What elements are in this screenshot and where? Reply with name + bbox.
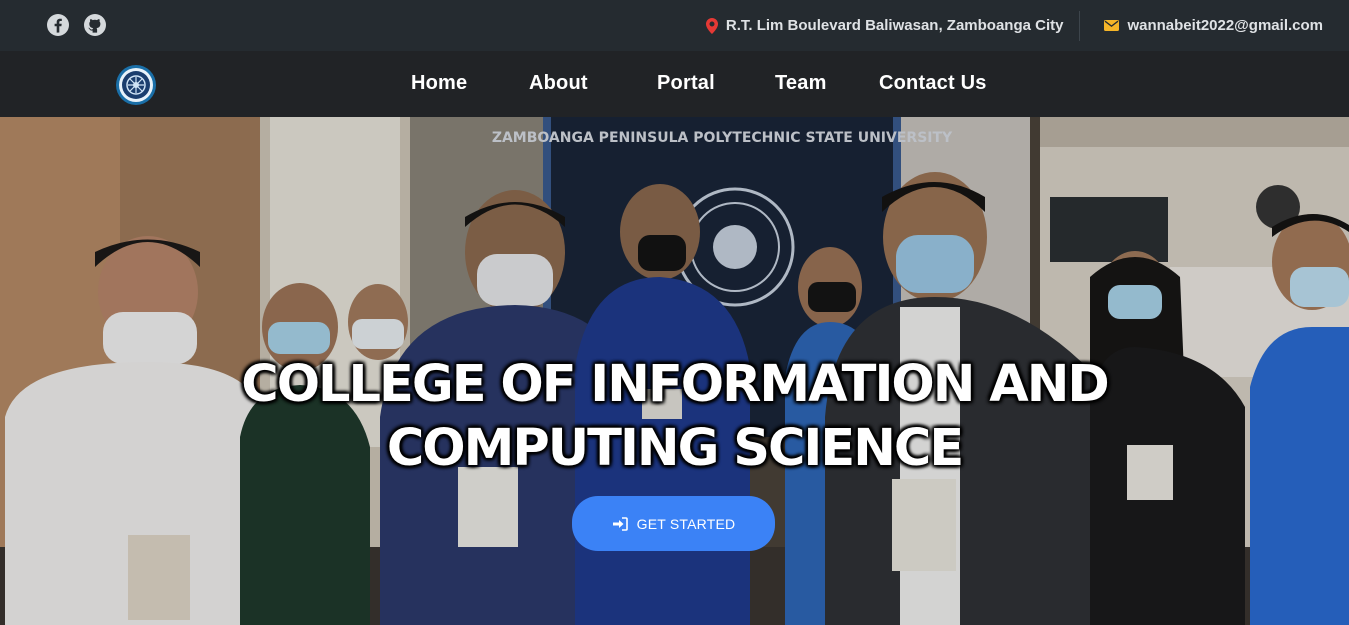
nav-menu: Home About Portal Team Contact Us (0, 51, 1349, 117)
email-item[interactable]: wannabeit2022@gmail.com (1104, 17, 1323, 34)
get-started-button[interactable]: GET STARTED (572, 496, 775, 551)
hero-title-line-1: COLLEGE OF INFORMATION AND (241, 355, 1109, 414)
main-navbar: Home About Portal Team Contact Us (0, 51, 1349, 117)
sign-in-icon (612, 516, 628, 531)
address-item: R.T. Lim Boulevard Baliwasan, Zamboanga … (705, 17, 1064, 34)
address-text: R.T. Lim Boulevard Baliwasan, Zamboanga … (725, 17, 1064, 34)
social-links (46, 13, 107, 37)
contact-info: R.T. Lim Boulevard Baliwasan, Zamboanga … (705, 0, 1323, 51)
nav-about[interactable]: About (529, 72, 588, 95)
divider (1079, 10, 1081, 41)
get-started-label: GET STARTED (636, 515, 736, 532)
github-icon[interactable] (83, 13, 107, 37)
top-bar: R.T. Lim Boulevard Baliwasan, Zamboanga … (0, 0, 1349, 51)
nav-contact-us[interactable]: Contact Us (879, 72, 987, 95)
hero-title-line-2: COMPUTING SCIENCE (386, 419, 964, 478)
map-pin-icon (705, 17, 718, 34)
envelope-icon (1104, 20, 1120, 31)
nav-portal[interactable]: Portal (657, 72, 715, 95)
nav-team[interactable]: Team (775, 72, 827, 95)
email-link[interactable]: wannabeit2022@gmail.com (1127, 17, 1323, 34)
hero-section: ZAMBOANGA PENINSULA POLYTECHNIC STATE UN… (0, 117, 1349, 625)
hero-title: COLLEGE OF INFORMATION AND COMPUTING SCI… (0, 353, 1349, 481)
nav-home[interactable]: Home (411, 72, 467, 95)
facebook-icon[interactable] (46, 13, 70, 37)
